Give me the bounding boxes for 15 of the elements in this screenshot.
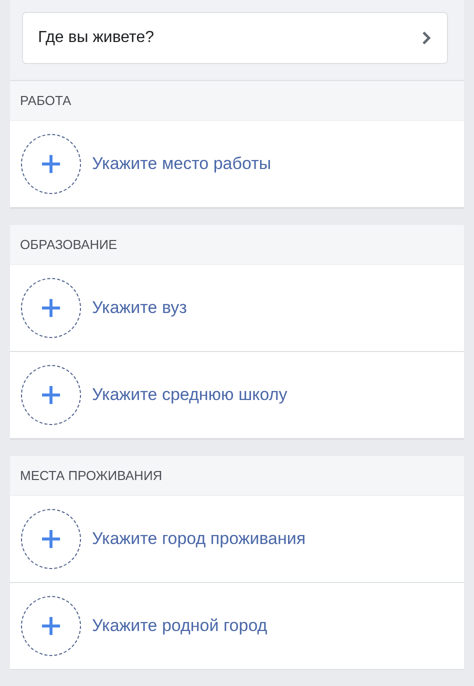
location-prompt[interactable]: Где вы живете? — [22, 12, 448, 64]
add-link[interactable]: Укажите родной город — [92, 616, 268, 636]
section-title: РАБОТА — [20, 93, 72, 108]
add-link[interactable]: Укажите среднюю школу — [92, 385, 288, 405]
add-icon[interactable] — [20, 277, 82, 339]
add-icon[interactable] — [20, 508, 82, 570]
section-title: МЕСТА ПРОЖИВАНИЯ — [20, 468, 162, 483]
add-icon[interactable] — [20, 364, 82, 426]
add-link[interactable]: Укажите место работы — [92, 154, 272, 174]
add-icon[interactable] — [20, 133, 82, 195]
add-link[interactable]: Укажите город проживания — [92, 529, 306, 549]
chevron-icon — [422, 31, 431, 45]
add-link[interactable]: Укажите вуз — [92, 298, 187, 318]
section-title: ОБРАЗОВАНИЕ — [20, 237, 118, 252]
add-icon[interactable] — [20, 595, 82, 657]
